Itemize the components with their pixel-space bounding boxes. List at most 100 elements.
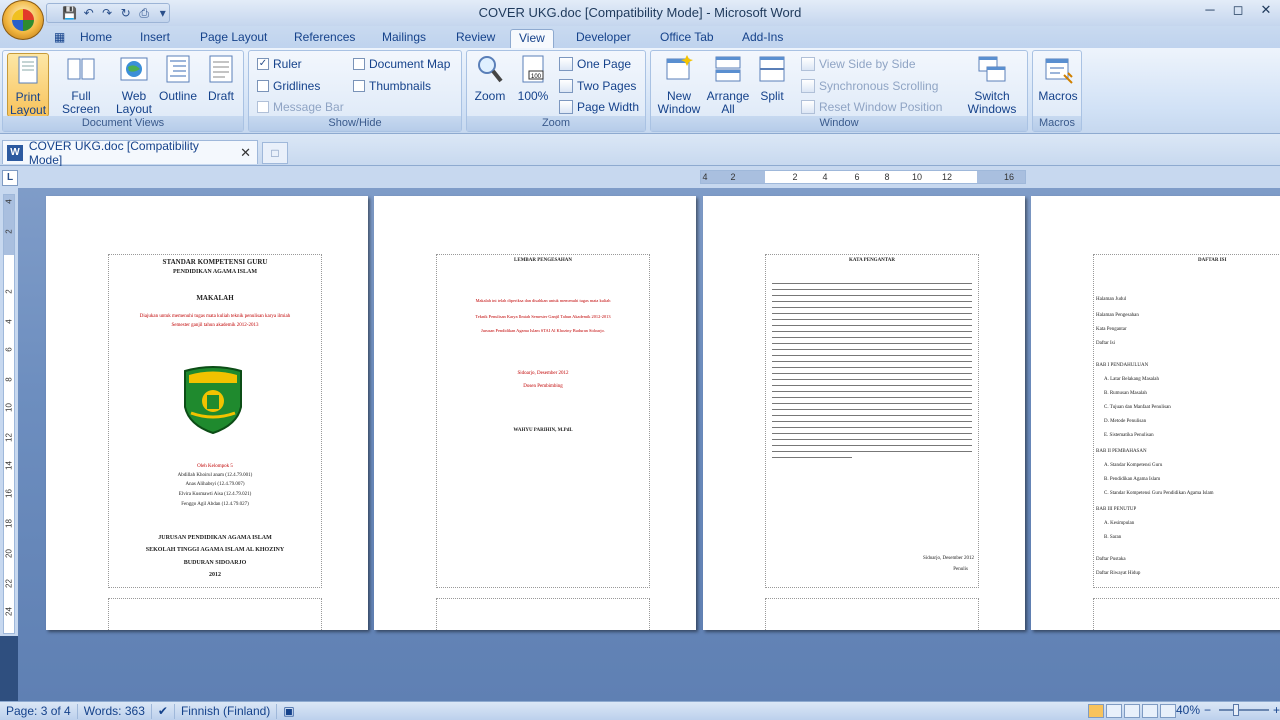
tab-view[interactable]: View	[510, 29, 554, 48]
globe-icon	[120, 57, 148, 81]
tab-insert[interactable]: Insert	[132, 29, 178, 48]
ruler-tick: 2	[4, 229, 14, 234]
cover-member: Abdillah Khoirul anam (12.4.79.001)	[177, 473, 253, 478]
arrange-all-button[interactable]: Arrange All	[705, 53, 751, 116]
group-label: Window	[651, 116, 1027, 131]
toc-textbox: DAFTAR ISI Halaman Judul Halaman Pengesa…	[1093, 254, 1280, 588]
tab-selector-icon[interactable]: L	[2, 170, 18, 186]
draft-button[interactable]: Draft	[201, 53, 241, 103]
page-preface[interactable]: KATA PENGANTAR Sidoarjo, Desember 2012 P…	[703, 196, 1025, 630]
switch-windows-icon	[978, 56, 1006, 82]
cover-city: BUDURAN SIDOARJO	[183, 560, 247, 566]
word-doc-icon[interactable]: ▦	[46, 29, 73, 48]
new-tab-button[interactable]: □	[262, 142, 288, 164]
tab-developer[interactable]: Developer	[568, 29, 639, 48]
tab-review[interactable]: Review	[448, 29, 503, 48]
vertical-ruler[interactable]: 4 2 2 4 6 8 10 12 14 16 18 20 22 24	[0, 188, 18, 636]
next-page-textbox	[765, 598, 979, 630]
language-indicator[interactable]: Finnish (Finland)	[175, 703, 278, 719]
tab-home[interactable]: Home	[72, 29, 120, 48]
document-area[interactable]: STANDAR KOMPETENSI GURU PENDIDIKAN AGAMA…	[18, 188, 1280, 701]
ruler-tick: 20	[4, 549, 14, 558]
zoom-out-icon[interactable]: −	[1204, 703, 1211, 717]
new-window-button[interactable]: New Window	[655, 53, 703, 116]
approval-textbox: LEMBAR PENGESAHAN Makalah ini telah dipe…	[436, 254, 650, 588]
tab-mailings[interactable]: Mailings	[374, 29, 434, 48]
office-logo-icon	[12, 9, 34, 31]
view-side-by-side-button[interactable]: View Side by Side	[801, 55, 916, 73]
checkbox-box	[353, 58, 365, 70]
ruler-tick: 10	[4, 403, 14, 412]
macro-record-icon[interactable]: ▣	[277, 704, 300, 719]
zoom-control: 40% − +	[1176, 703, 1280, 717]
outline-view-icon[interactable]	[1142, 704, 1158, 718]
tab-office-tab[interactable]: Office Tab	[652, 29, 722, 48]
document-map-checkbox[interactable]: Document Map	[353, 55, 450, 73]
print-layout-button[interactable]: Print Layout	[7, 53, 49, 117]
outline-button[interactable]: Outline	[157, 53, 199, 103]
horizontal-ruler[interactable]: 4 2 2 4 6 8 10 12 16	[700, 170, 1026, 184]
page-toc[interactable]: DAFTAR ISI Halaman Judul Halaman Pengesa…	[1031, 196, 1280, 630]
ruler-checkbox[interactable]: ✓ Ruler	[257, 55, 302, 73]
zoom-100-button[interactable]: 100 100%	[513, 53, 553, 103]
approval-role: Dosen Pembimbing	[523, 384, 563, 389]
office-button[interactable]	[2, 0, 44, 40]
document-tab[interactable]: W COVER UKG.doc [Compatibility Mode] ✕	[2, 139, 258, 167]
ruler-tick: 12	[941, 172, 952, 182]
web-layout-button[interactable]: Web Layout	[113, 53, 155, 116]
print-layout-view-icon[interactable]	[1088, 704, 1104, 718]
toc-row: A. Kesimpulan	[1104, 521, 1135, 526]
two-pages-icon	[559, 79, 573, 93]
toc-row: A. Latar Belakang Masalah	[1104, 377, 1159, 382]
two-pages-button[interactable]: Two Pages	[559, 77, 636, 95]
reset-window-position-button[interactable]: Reset Window Position	[801, 98, 942, 116]
group-window: New Window Arrange All Split View Side b…	[650, 50, 1028, 132]
zoom-button[interactable]: Zoom	[471, 53, 509, 103]
zoom-in-icon[interactable]: +	[1273, 703, 1280, 717]
toc-row: BAB I PENDAHULUAN	[1096, 363, 1149, 368]
toc-row: C. Tujuan dan Manfaat Penulisan	[1104, 405, 1171, 410]
checkmark-icon: ✓	[257, 58, 269, 70]
full-screen-view-icon[interactable]	[1106, 704, 1122, 718]
page-approval[interactable]: LEMBAR PENGESAHAN Makalah ini telah dipe…	[374, 196, 696, 630]
split-button[interactable]: Split	[753, 53, 791, 103]
split-icon	[759, 56, 785, 82]
close-icon[interactable]: ✕	[1252, 0, 1280, 20]
page-indicator[interactable]: Page: 3 of 4	[0, 703, 78, 719]
close-tab-icon[interactable]: ✕	[240, 145, 251, 161]
web-layout-view-icon[interactable]	[1124, 704, 1140, 718]
tab-page-layout[interactable]: Page Layout	[192, 29, 275, 48]
synchronous-scrolling-button[interactable]: Synchronous Scrolling	[801, 77, 938, 95]
magnifier-icon	[478, 56, 503, 83]
next-page-textbox	[436, 598, 650, 630]
switch-windows-button[interactable]: Switch Windows	[961, 53, 1023, 116]
group-label: Show/Hide	[249, 116, 461, 131]
maximize-icon[interactable]: ◻	[1224, 0, 1252, 20]
ribbon: Print Layout Full Screen Reading Web Lay…	[0, 48, 1280, 134]
proofing-icon[interactable]: ✔	[152, 703, 175, 719]
macros-button[interactable]: Macros	[1036, 53, 1080, 103]
page-cover[interactable]: STANDAR KOMPETENSI GURU PENDIDIKAN AGAMA…	[46, 196, 368, 630]
one-page-button[interactable]: One Page	[559, 55, 631, 73]
zoom-slider-thumb[interactable]	[1233, 704, 1240, 716]
cover-group: Oleh Kelompok 5	[197, 464, 233, 469]
thumbnails-checkbox[interactable]: Thumbnails	[353, 77, 431, 95]
minimize-icon[interactable]: ─	[1196, 0, 1224, 20]
ruler-tick: 4	[702, 172, 708, 182]
one-page-icon	[559, 57, 573, 71]
ruler-tick: 2	[4, 289, 14, 294]
vertical-ruler-scale: 4 2 2 4 6 8 10 12 14 16 18 20 22 24	[3, 194, 15, 634]
tab-references[interactable]: References	[286, 29, 363, 48]
toc-row: Kata Pengantar	[1096, 327, 1127, 332]
cover-textbox: STANDAR KOMPETENSI GURU PENDIDIKAN AGAMA…	[108, 254, 322, 588]
gridlines-checkbox[interactable]: Gridlines	[257, 77, 320, 95]
tab-add-ins[interactable]: Add-Ins	[734, 29, 791, 48]
page-width-button[interactable]: Page Width	[559, 98, 639, 116]
word-count[interactable]: Words: 363	[78, 703, 152, 719]
draft-view-icon[interactable]	[1160, 704, 1176, 718]
cover-member: Elvira Kusmawti Aisa (12.4.79.021)	[178, 492, 252, 497]
zoom-slider[interactable]	[1219, 704, 1269, 716]
message-bar-checkbox[interactable]: Message Bar	[257, 98, 344, 116]
toc-row: B. Rumusan Masalah	[1104, 391, 1147, 396]
zoom-level[interactable]: 40%	[1176, 703, 1200, 717]
